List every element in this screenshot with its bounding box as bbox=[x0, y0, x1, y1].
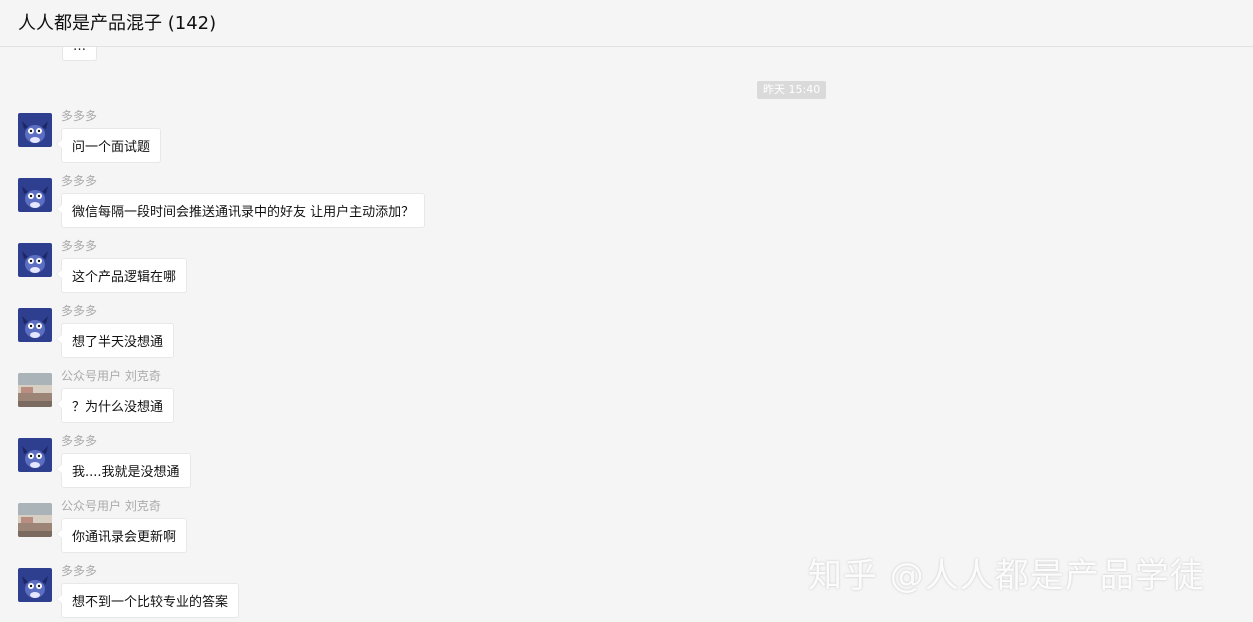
tom-avatar[interactable] bbox=[18, 568, 52, 602]
sender-name: 多多多 bbox=[61, 109, 98, 123]
partial-message-bubble: … bbox=[62, 47, 97, 61]
sender-name: 多多多 bbox=[61, 434, 98, 448]
message-bubble[interactable]: 这个产品逻辑在哪 bbox=[55, 258, 188, 293]
timestamp-divider: 昨天 15:40 bbox=[757, 81, 827, 99]
message-item: 多多多 这个产品逻辑在哪 bbox=[0, 239, 900, 307]
photo-avatar[interactable] bbox=[18, 373, 52, 407]
sender-name: 多多多 bbox=[61, 174, 98, 188]
sender-name: 多多多 bbox=[61, 564, 98, 578]
message-bubble[interactable]: 你通讯录会更新啊 bbox=[55, 518, 188, 553]
tom-avatar[interactable] bbox=[18, 243, 52, 277]
message-bubble[interactable]: 微信每隔一段时间会推送通讯录中的好友 让用户主动添加？ bbox=[55, 193, 426, 228]
sender-name: 公众号用户 刘克奇 bbox=[61, 499, 161, 513]
message-item: 多多多 想不到一个比较专业的答案 bbox=[0, 564, 900, 622]
tom-avatar[interactable] bbox=[18, 438, 52, 472]
message-item: 多多多 微信每隔一段时间会推送通讯录中的好友 让用户主动添加？ bbox=[0, 174, 900, 242]
photo-avatar[interactable] bbox=[18, 503, 52, 537]
message-bubble[interactable]: 想了半天没想通 bbox=[55, 323, 175, 358]
sender-name: 公众号用户 刘克奇 bbox=[61, 369, 161, 383]
message-item: 多多多 问一个面试题 bbox=[0, 109, 900, 177]
message-bubble[interactable]: ？为什么没想通 bbox=[55, 388, 175, 423]
tom-avatar[interactable] bbox=[18, 178, 52, 212]
chat-title: 人人都是产品混子 (142) bbox=[18, 13, 217, 34]
message-item: 公众号用户 刘克奇 你通讯录会更新啊 bbox=[0, 499, 900, 567]
message-bubble[interactable]: 我....我就是没想通 bbox=[56, 453, 191, 488]
chat-header: 人人都是产品混子 (142) bbox=[0, 0, 1253, 47]
message-item: 多多多 想了半天没想通 bbox=[0, 304, 900, 372]
sender-name: 多多多 bbox=[61, 304, 98, 318]
message-item: 多多多 我....我就是没想通 bbox=[0, 434, 900, 502]
zhihu-watermark: 知乎 @人人都是产品学徒 bbox=[808, 556, 1205, 596]
sender-name: 多多多 bbox=[61, 239, 98, 253]
message-bubble[interactable]: 想不到一个比较专业的答案 bbox=[55, 583, 240, 618]
tom-avatar[interactable] bbox=[18, 113, 52, 147]
message-list[interactable]: … 昨天 15:40 多多多 问一个面试题 多多多 微信每隔一段时间会推送通讯录… bbox=[0, 47, 1253, 622]
message-item: 公众号用户 刘克奇 ？为什么没想通 bbox=[0, 369, 900, 437]
message-bubble[interactable]: 问一个面试题 bbox=[55, 128, 162, 163]
tom-avatar[interactable] bbox=[18, 308, 52, 342]
